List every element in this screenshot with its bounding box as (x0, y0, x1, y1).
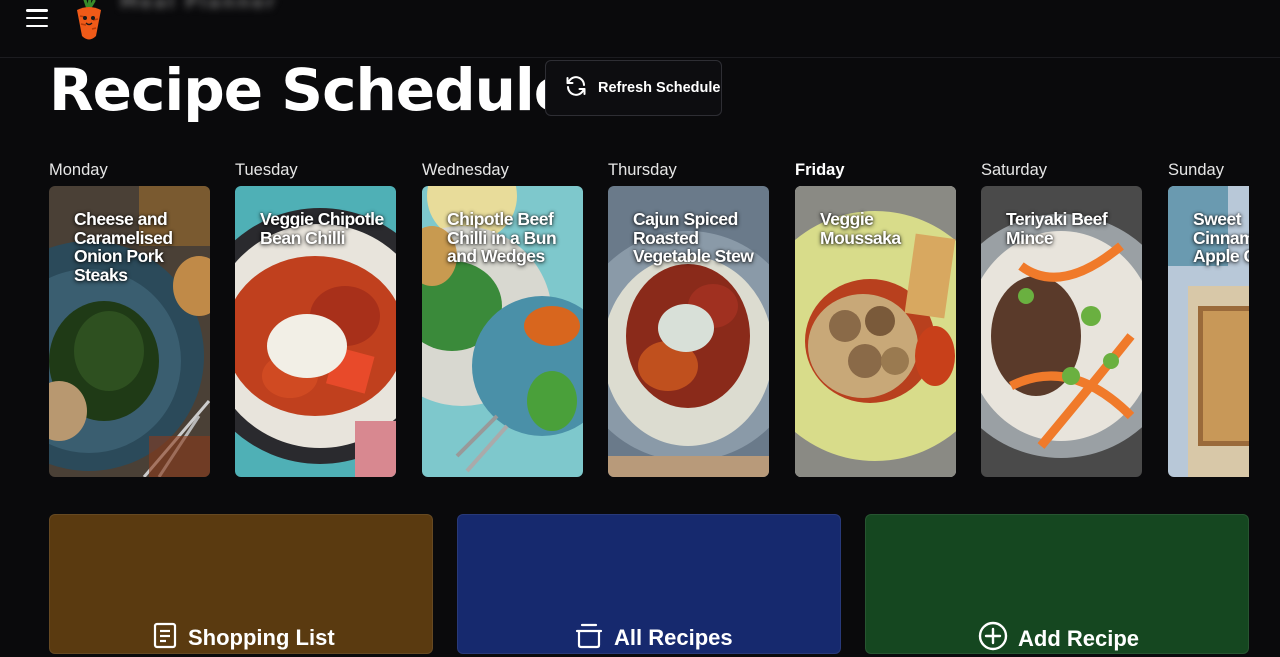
refresh-schedule-button[interactable]: Refresh Schedule (545, 60, 722, 116)
recipe-card[interactable]: Cajun Spiced Roasted Vegetable Stew (608, 186, 769, 477)
recipe-title: Veggie Chipotle Bean Chilli (260, 209, 384, 248)
day-label: Thursday (608, 161, 677, 179)
day-column-saturday: Saturday Teriyaki Beef Mince (981, 158, 1143, 477)
recipe-card[interactable]: Veggie Chipotle Bean Chilli (235, 186, 396, 477)
day-column-thursday: Thursday Cajun Spiced Roasted Vegetable … (608, 158, 770, 477)
shopping-list-tile[interactable]: Shopping List (49, 514, 433, 654)
recipe-title: Veggie Moussaka (820, 209, 901, 248)
add-recipe-label: Add Recipe (1018, 626, 1140, 651)
day-column-sunday: Sunday Sweet Cinnamon Apple Crumble (1168, 158, 1249, 477)
day-column-tuesday: Tuesday Veggie Chipotle Bean Chilli (235, 158, 397, 477)
day-column-wednesday: Wednesday Chipotle Beef Chilli in a Bun … (422, 158, 584, 477)
recipe-title: Cheese and Caramelised Onion Pork Steaks (74, 209, 173, 285)
all-recipes-tile[interactable]: All Recipes (457, 514, 841, 654)
all-recipes-label: All Recipes (614, 625, 733, 650)
day-label: Tuesday (235, 161, 298, 179)
plus-circle-icon (978, 621, 1008, 657)
recipe-title: Chipotle Beef Chilli in a Bun and Wedges (447, 209, 557, 266)
weekly-schedule: Monday Cheese and Caramelised Onion Pork… (49, 158, 1249, 478)
carrot-logo-icon[interactable] (74, 0, 104, 42)
shopping-list-icon (152, 621, 178, 655)
recipe-card[interactable]: Sweet Cinnamon Apple Crumble (1168, 186, 1249, 477)
top-bar: Meal Planner (0, 0, 1280, 58)
refresh-schedule-label: Refresh Schedule (598, 80, 721, 96)
hamburger-menu-icon[interactable] (26, 9, 48, 27)
recipe-card[interactable]: Chipotle Beef Chilli in a Bun and Wedges (422, 186, 583, 477)
recipe-title: Sweet Cinnamon Apple Crumble (1193, 209, 1249, 266)
day-column-monday: Monday Cheese and Caramelised Onion Pork… (49, 158, 211, 477)
cooking-pot-icon (574, 621, 604, 655)
recipe-card[interactable]: Cheese and Caramelised Onion Pork Steaks (49, 186, 210, 477)
day-column-friday: Friday Veggie Moussaka (795, 158, 957, 477)
day-label: Wednesday (422, 161, 509, 179)
refresh-icon (564, 74, 588, 102)
page-title: Recipe Schedule (49, 56, 573, 124)
recipe-title: Cajun Spiced Roasted Vegetable Stew (633, 209, 754, 266)
add-recipe-tile[interactable]: Add Recipe (865, 514, 1249, 654)
recipe-title: Teriyaki Beef Mince (1006, 209, 1108, 248)
brand-name: Meal Planner (120, 0, 277, 13)
recipe-card[interactable]: Teriyaki Beef Mince (981, 186, 1142, 477)
day-label: Friday (795, 161, 845, 179)
day-label: Saturday (981, 161, 1048, 179)
day-label: Monday (49, 161, 108, 179)
day-label: Sunday (1168, 161, 1224, 179)
shopping-list-label: Shopping List (188, 625, 335, 650)
recipe-card[interactable]: Veggie Moussaka (795, 186, 956, 477)
